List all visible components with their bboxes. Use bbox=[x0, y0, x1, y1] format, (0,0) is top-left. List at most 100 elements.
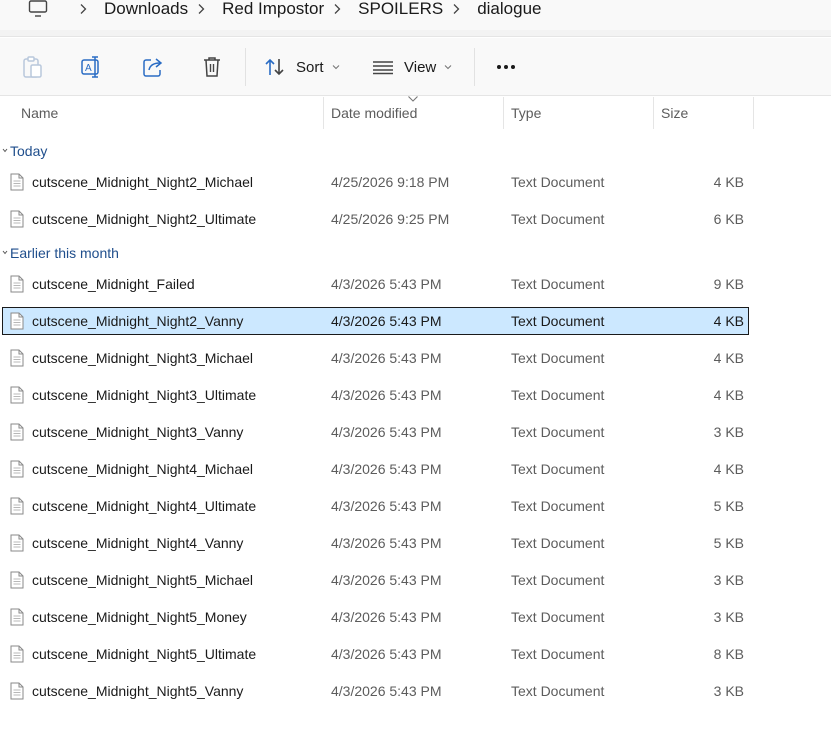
file-name: cutscene_Midnight_Night3_Vanny bbox=[32, 424, 244, 440]
file-row[interactable]: cutscene_Midnight_Night3_Michael 4/3/2026… bbox=[2, 344, 749, 372]
text-document-icon bbox=[10, 534, 24, 552]
file-size: 6 KB bbox=[713, 211, 744, 227]
file-name: cutscene_Midnight_Night2_Ultimate bbox=[32, 211, 257, 227]
file-row[interactable]: cutscene_Midnight_Night4_Ultimate 4/3/202… bbox=[2, 492, 749, 520]
file-size: 4 KB bbox=[713, 174, 744, 190]
chevron-down-icon bbox=[2, 148, 8, 153]
file-name: cutscene_Midnight_Night5_Vanny bbox=[32, 683, 244, 699]
file-row[interactable]: cutscene_Midnight_Night3_Ultimate 4/3/202… bbox=[2, 381, 749, 409]
sort-label: Sort bbox=[296, 58, 324, 76]
column-date-modified[interactable]: Date modified bbox=[324, 97, 504, 129]
column-date-label: Date modified bbox=[331, 105, 418, 121]
breadcrumb: Downloads Red Impostor SPOILERS dialogue bbox=[28, 0, 541, 24]
text-document-icon bbox=[10, 460, 24, 478]
toolbar-divider bbox=[474, 48, 475, 86]
column-type[interactable]: Type bbox=[504, 97, 654, 129]
chevron-down-icon bbox=[444, 65, 452, 70]
file-date-modified: 4/3/2026 5:43 PM bbox=[331, 461, 442, 477]
file-row[interactable]: cutscene_Midnight_Night5_Vanny 4/3/2026 5… bbox=[2, 677, 749, 705]
breadcrumb-red-impostor[interactable]: Red Impostor bbox=[222, 0, 324, 19]
file-row[interactable]: cutscene_Midnight_Night5_Money 4/3/2026 5… bbox=[2, 603, 749, 631]
file-row[interactable]: cutscene_Midnight_Night2_Michael 4/25/202… bbox=[2, 168, 749, 196]
file-size: 5 KB bbox=[713, 535, 744, 551]
file-date-modified: 4/3/2026 5:43 PM bbox=[331, 424, 442, 440]
paste-button[interactable] bbox=[18, 51, 46, 83]
file-name: cutscene_Midnight_Night3_Ultimate bbox=[32, 387, 257, 403]
file-row[interactable]: cutscene_Midnight_Night5_Ultimate 4/3/202… bbox=[2, 640, 749, 668]
file-size: 3 KB bbox=[713, 683, 744, 699]
group-label: Today bbox=[10, 143, 48, 159]
file-size: 5 KB bbox=[713, 498, 744, 514]
text-document-icon bbox=[10, 275, 24, 293]
chevron-right-icon[interactable] bbox=[78, 3, 88, 15]
file-type: Text Document bbox=[511, 174, 605, 190]
file-name: cutscene_Midnight_Failed bbox=[32, 276, 195, 292]
view-button[interactable]: View bbox=[372, 51, 456, 83]
text-document-icon bbox=[10, 312, 24, 330]
breadcrumb-downloads[interactable]: Downloads bbox=[104, 0, 188, 19]
file-type: Text Document bbox=[511, 498, 605, 514]
text-document-icon bbox=[10, 423, 24, 441]
breadcrumb-dialogue[interactable]: dialogue bbox=[477, 0, 541, 19]
breadcrumb-spoilers[interactable]: SPOILERS bbox=[358, 0, 443, 19]
text-document-icon bbox=[10, 608, 24, 626]
more-options-button[interactable] bbox=[492, 51, 520, 83]
file-row[interactable]: cutscene_Midnight_Night2_Ultimate 4/25/20… bbox=[2, 205, 749, 233]
file-name: cutscene_Midnight_Night3_Michael bbox=[32, 350, 254, 366]
text-document-icon bbox=[10, 571, 24, 589]
file-row[interactable]: cutscene_Midnight_Night4_Michael 4/3/2026… bbox=[2, 455, 749, 483]
file-row[interactable]: cutscene_Midnight_Night4_Vanny 4/3/2026 5… bbox=[2, 529, 749, 557]
text-document-icon bbox=[10, 682, 24, 700]
view-list-icon bbox=[373, 61, 393, 75]
toolbar-divider bbox=[245, 48, 246, 86]
file-type: Text Document bbox=[511, 387, 605, 403]
column-size[interactable]: Size bbox=[654, 97, 754, 129]
file-name: cutscene_Midnight_Night4_Vanny bbox=[32, 535, 244, 551]
file-row[interactable]: cutscene_Midnight_Night3_Vanny 4/3/2026 5… bbox=[2, 418, 749, 446]
file-type: Text Document bbox=[511, 211, 605, 227]
group-header[interactable]: Today bbox=[0, 139, 47, 163]
share-button[interactable] bbox=[139, 51, 167, 83]
file-type: Text Document bbox=[511, 609, 605, 625]
rename-button[interactable]: A bbox=[78, 51, 106, 83]
file-name: cutscene_Midnight_Night5_Ultimate bbox=[32, 646, 257, 662]
group-header[interactable]: Earlier this month bbox=[0, 241, 119, 265]
monitor-icon[interactable] bbox=[28, 0, 48, 18]
text-document-icon bbox=[10, 386, 24, 404]
file-type: Text Document bbox=[511, 535, 605, 551]
chevron-down-icon bbox=[332, 65, 339, 70]
sort-button[interactable]: Sort bbox=[264, 51, 344, 83]
file-row[interactable]: cutscene_Midnight_Night2_Vanny 4/3/2026 5… bbox=[2, 307, 749, 335]
chevron-right-icon[interactable] bbox=[332, 3, 342, 15]
file-name: cutscene_Midnight_Night5_Michael bbox=[32, 572, 254, 588]
file-row[interactable]: cutscene_Midnight_Failed 4/3/2026 5:43 PM… bbox=[2, 270, 749, 298]
file-size: 4 KB bbox=[713, 313, 744, 329]
sort-arrows-icon bbox=[265, 58, 284, 76]
file-type: Text Document bbox=[511, 683, 605, 699]
share-icon bbox=[143, 58, 163, 77]
file-size: 4 KB bbox=[713, 461, 744, 477]
file-type: Text Document bbox=[511, 572, 605, 588]
column-name-label: Name bbox=[21, 105, 59, 121]
column-size-label: Size bbox=[661, 105, 689, 121]
file-size: 3 KB bbox=[713, 609, 744, 625]
file-type: Text Document bbox=[511, 313, 605, 329]
file-date-modified: 4/3/2026 5:43 PM bbox=[331, 498, 442, 514]
column-type-label: Type bbox=[511, 105, 542, 121]
text-document-icon bbox=[10, 349, 24, 367]
more-icon bbox=[497, 65, 515, 69]
address-bar: Downloads Red Impostor SPOILERS dialogue bbox=[0, 0, 831, 37]
view-label: View bbox=[404, 58, 437, 76]
file-date-modified: 4/3/2026 5:43 PM bbox=[331, 683, 442, 699]
file-type: Text Document bbox=[511, 424, 605, 440]
file-date-modified: 4/3/2026 5:43 PM bbox=[331, 387, 442, 403]
delete-button[interactable] bbox=[199, 51, 225, 83]
chevron-right-icon[interactable] bbox=[451, 3, 461, 15]
column-name[interactable]: Name bbox=[14, 97, 324, 129]
file-size: 8 KB bbox=[713, 646, 744, 662]
file-date-modified: 4/25/2026 9:25 PM bbox=[331, 211, 450, 227]
paste-icon bbox=[23, 56, 42, 78]
file-date-modified: 4/3/2026 5:43 PM bbox=[331, 313, 442, 329]
chevron-right-icon[interactable] bbox=[196, 3, 206, 15]
file-row[interactable]: cutscene_Midnight_Night5_Michael 4/3/2026… bbox=[2, 566, 749, 594]
